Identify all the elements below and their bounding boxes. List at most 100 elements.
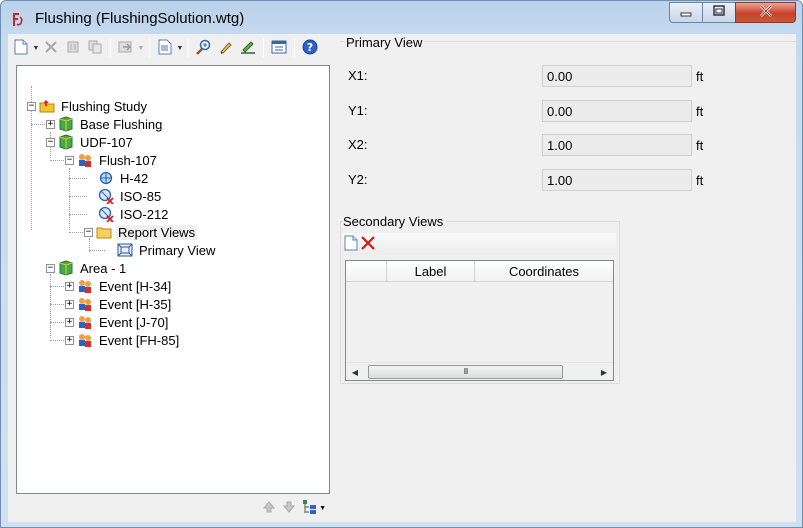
title-bar[interactable]: Flushing (FlushingSolution.wtg)	[1, 1, 802, 35]
secondary-views-grid[interactable]: Label Coordinates ◀ III ▶	[345, 260, 614, 381]
report-dropdown-button[interactable]: ▼	[176, 37, 184, 59]
secondary-views-toolbar	[342, 233, 616, 255]
report-button[interactable]	[154, 37, 176, 59]
study-folder-icon	[39, 98, 55, 114]
maximize-button[interactable]	[702, 2, 736, 23]
delete-view-button[interactable]	[360, 235, 376, 254]
tree-node-label: ISO-212	[120, 206, 169, 222]
tree-node-event-h-35[interactable]: Event [H-35]	[77, 295, 173, 313]
tree-node-label: UDF-107	[80, 134, 133, 150]
rename-button[interactable]	[62, 37, 84, 59]
tree-node-area-1[interactable]: Area - 1	[58, 259, 128, 277]
flushing-app-icon	[9, 10, 27, 28]
pencil-icon	[219, 40, 233, 57]
move-up-button[interactable]	[262, 500, 276, 517]
grid-column-header[interactable]: Coordinates	[475, 261, 613, 282]
tree-node-label: Primary View	[139, 242, 216, 258]
collapse-toggle[interactable]: −	[65, 156, 74, 165]
help-icon: ?	[302, 39, 318, 58]
move-down-button[interactable]	[282, 500, 296, 517]
isolation-valve-icon	[98, 188, 114, 205]
tree-node-event-j-70[interactable]: Event [J-70]	[77, 313, 170, 331]
new-button[interactable]	[10, 37, 32, 59]
new-view-button[interactable]	[344, 235, 358, 254]
tree-node-iso-85[interactable]: ISO-85	[98, 187, 163, 205]
properties-pane: Primary View X1: 0.00 ft Y1: 0.00 ft X2:…	[335, 34, 796, 522]
tree-node-iso-212[interactable]: ISO-212	[98, 205, 170, 223]
expand-toggle[interactable]: +	[65, 336, 74, 345]
grid-column-header[interactable]: Label	[387, 261, 475, 282]
compute-button[interactable]	[115, 37, 137, 59]
flushing-tree[interactable]: − Flushing Study + Base Flushing − UDF-1…	[16, 65, 330, 494]
tree-node-label: Flush-107	[99, 152, 157, 168]
collapse-toggle[interactable]: −	[27, 102, 36, 111]
tree-node-report-views[interactable]: Report Views	[96, 223, 198, 241]
horizontal-scrollbar[interactable]: ◀ III ▶	[346, 362, 613, 380]
close-icon	[759, 5, 773, 20]
group-title: Secondary Views	[343, 214, 446, 229]
collapse-toggle[interactable]: −	[46, 138, 55, 147]
client-area: ▼ ▼ ▼ ? − Flushing Study + Base Flushing…	[8, 34, 796, 522]
scroll-right-button[interactable]: ▶	[595, 363, 613, 381]
zoom-button[interactable]	[193, 37, 215, 59]
collapse-toggle[interactable]: −	[46, 264, 55, 273]
highlight-button[interactable]	[237, 37, 259, 59]
tree-node-h-42[interactable]: H-42	[98, 169, 150, 187]
tree-options-icon	[302, 499, 318, 518]
rename-icon	[66, 40, 80, 57]
hydrant-icon	[98, 170, 114, 186]
scroll-thumb[interactable]: III	[368, 365, 563, 379]
help-button[interactable]: ?	[299, 37, 321, 59]
scroll-grip: III	[463, 367, 469, 376]
crew-icon	[77, 332, 93, 348]
expand-toggle[interactable]: +	[46, 120, 55, 129]
field-label: Y2:	[348, 172, 368, 187]
tree-pane: ▼ ▼ ▼ ? − Flushing Study + Base Flushing…	[8, 34, 330, 522]
properties-button[interactable]	[268, 37, 290, 59]
collapse-toggle[interactable]: −	[84, 228, 93, 237]
y2-field[interactable]: 1.00	[542, 169, 692, 191]
compute-dropdown-button[interactable]: ▼	[137, 37, 145, 59]
toolbar-separator	[263, 39, 264, 57]
tree-node-base-flushing[interactable]: Base Flushing	[58, 115, 164, 133]
crew-icon	[77, 152, 93, 168]
tree-node-flushing-study[interactable]: Flushing Study	[39, 97, 149, 115]
expand-toggle[interactable]: +	[65, 318, 74, 327]
maximize-icon	[712, 5, 726, 20]
scenario-icon	[58, 134, 74, 150]
arrow-down-icon	[282, 501, 296, 517]
grid-column-header[interactable]	[346, 261, 387, 282]
tree-node-event-h-34[interactable]: Event [H-34]	[77, 277, 173, 295]
toolbar-separator	[149, 39, 150, 57]
expand-toggle[interactable]: +	[65, 300, 74, 309]
dropdown-arrow-icon: ▼	[32, 44, 40, 52]
duplicate-button[interactable]	[84, 37, 106, 59]
delete-icon	[44, 40, 58, 57]
tree-options-button[interactable]: ▼	[302, 499, 326, 518]
toolbar-separator	[294, 39, 295, 57]
arrow-up-icon	[262, 500, 276, 517]
x2-field[interactable]: 1.00	[542, 134, 692, 156]
x1-field[interactable]: 0.00	[542, 65, 692, 87]
close-button[interactable]	[735, 2, 796, 23]
delete-button[interactable]	[40, 37, 62, 59]
view-icon	[117, 242, 133, 258]
field-label: X2:	[348, 137, 368, 152]
tree-node-event-fh-85[interactable]: Event [FH-85]	[77, 331, 181, 349]
minimize-button[interactable]	[669, 2, 703, 23]
tree-node-udf-107[interactable]: UDF-107	[58, 133, 135, 151]
y1-field[interactable]: 0.00	[542, 100, 692, 122]
edit-button[interactable]	[215, 37, 237, 59]
tree-node-flush-107[interactable]: Flush-107	[77, 151, 159, 169]
tree-node-primary-view[interactable]: Primary View	[117, 241, 217, 259]
unit-label: ft	[696, 138, 704, 153]
secondary-views-group: Secondary Views Label Coordinates ◀ III …	[340, 214, 620, 384]
new-dropdown-button[interactable]: ▼	[32, 37, 40, 59]
toolbar-separator	[188, 39, 189, 57]
field-label: Y1:	[348, 103, 368, 118]
expand-toggle[interactable]: +	[65, 282, 74, 291]
field-row-x2: X2: 1.00 ft	[348, 134, 788, 158]
tree-node-label: H-42	[120, 170, 149, 186]
tree-node-label: ISO-85	[120, 188, 162, 204]
scroll-left-button[interactable]: ◀	[346, 363, 364, 381]
